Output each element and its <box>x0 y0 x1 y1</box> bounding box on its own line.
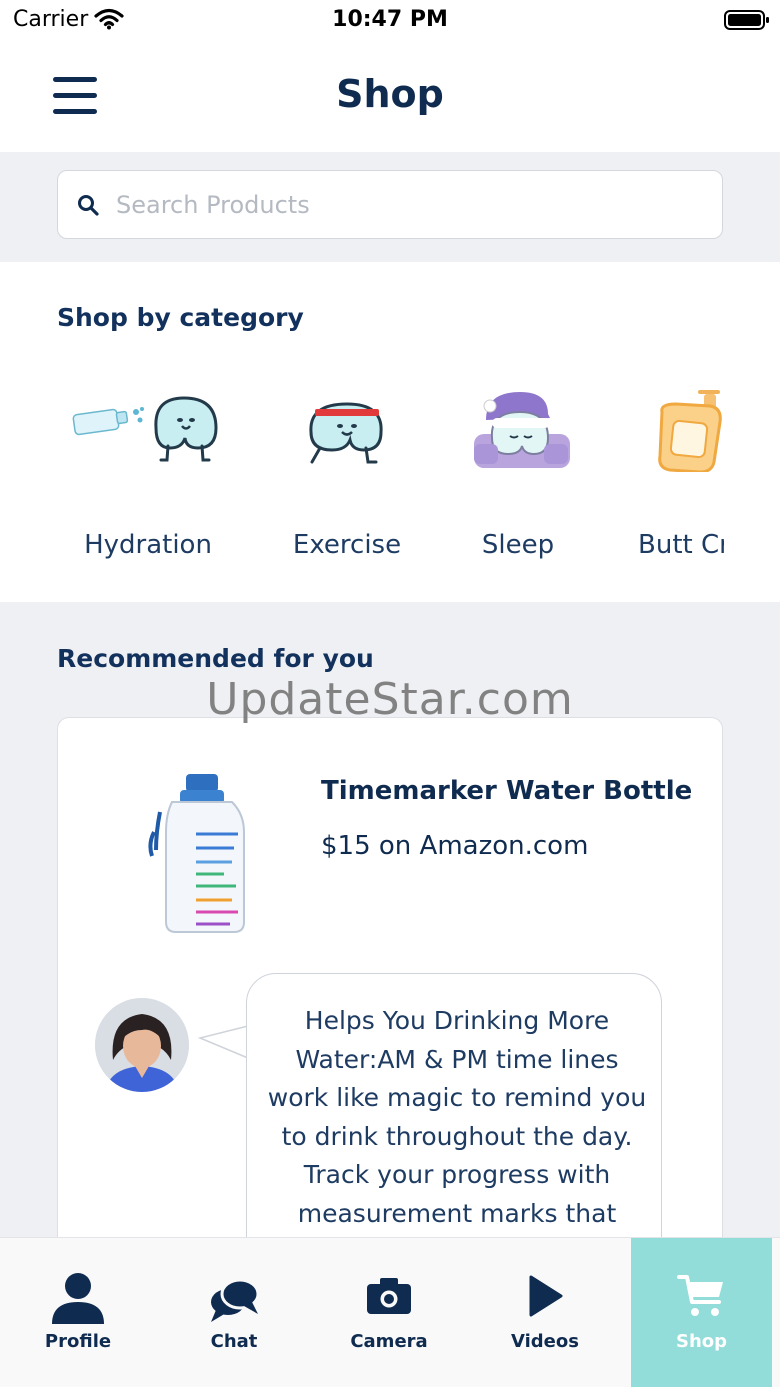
person-photo-icon <box>95 998 189 1092</box>
tab-camera[interactable]: Camera <box>311 1238 467 1387</box>
recommended-heading: Recommended for you <box>57 644 374 673</box>
search-icon <box>78 195 99 216</box>
tab-label: Chat <box>210 1331 258 1352</box>
status-bar: Carrier 10:47 PM <box>0 0 780 40</box>
product-name: Timemarker Water Bottle <box>321 776 693 806</box>
category-label: Exercise <box>292 530 402 560</box>
category-label: Sleep <box>481 530 555 560</box>
product-card[interactable]: Timemarker Water Bottle $15 on Amazon.co… <box>57 717 723 1277</box>
category-exercise[interactable]: Exercise <box>270 382 424 572</box>
sleep-mascot-icon <box>474 392 570 468</box>
water-bottle-image <box>148 774 245 933</box>
category-heading: Shop by category <box>57 303 304 332</box>
category-butt-cream[interactable]: Butt Cr <box>638 382 724 572</box>
tab-chat[interactable]: Chat <box>156 1238 312 1387</box>
expert-avatar <box>95 998 189 1092</box>
page-title: Shop <box>336 72 444 116</box>
product-description-bubble: Helps You Drinking More Water:AM & PM ti… <box>246 973 662 1273</box>
tab-label: Profile <box>44 1331 112 1352</box>
product-description: Helps You Drinking More Water:AM & PM ti… <box>267 1006 647 1228</box>
recommended-section: Recommended for you Timemarker Water Bot… <box>0 602 780 1277</box>
tab-label: Camera <box>350 1331 428 1352</box>
tab-label: Videos <box>511 1331 579 1352</box>
category-section: Shop by category Hydration Exercise Slee… <box>0 262 780 602</box>
camera-icon <box>367 1278 411 1314</box>
chat-bubbles-icon <box>211 1278 260 1322</box>
hydration-mascot-icon <box>72 396 218 462</box>
tab-videos[interactable]: Videos <box>467 1238 623 1387</box>
bottom-tab-bar: Profile Chat Camera Videos Shop <box>0 1237 780 1387</box>
tab-shop[interactable]: Shop <box>631 1238 772 1387</box>
category-label: Butt Cr <box>638 530 724 560</box>
speech-bubble-tail <box>198 1025 250 1061</box>
tab-label: Shop <box>675 1331 728 1352</box>
battery-icon <box>724 10 769 30</box>
search-input[interactable] <box>116 181 706 229</box>
product-price: $15 on Amazon.com <box>321 831 589 861</box>
play-icon <box>529 1275 563 1317</box>
cream-bottle-icon <box>658 390 722 472</box>
search-band <box>0 152 780 262</box>
watermark: UpdateStar.com <box>206 674 574 725</box>
status-time: 10:47 PM <box>332 7 448 32</box>
tab-profile[interactable]: Profile <box>0 1238 156 1387</box>
cart-icon <box>676 1275 723 1316</box>
category-hydration[interactable]: Hydration <box>70 382 226 572</box>
search-box[interactable] <box>57 170 723 239</box>
category-sleep[interactable]: Sleep <box>440 382 596 572</box>
category-label: Hydration <box>84 530 212 560</box>
person-icon <box>52 1273 104 1324</box>
exercise-mascot-icon <box>309 402 383 464</box>
nav-header: Shop <box>0 40 780 152</box>
